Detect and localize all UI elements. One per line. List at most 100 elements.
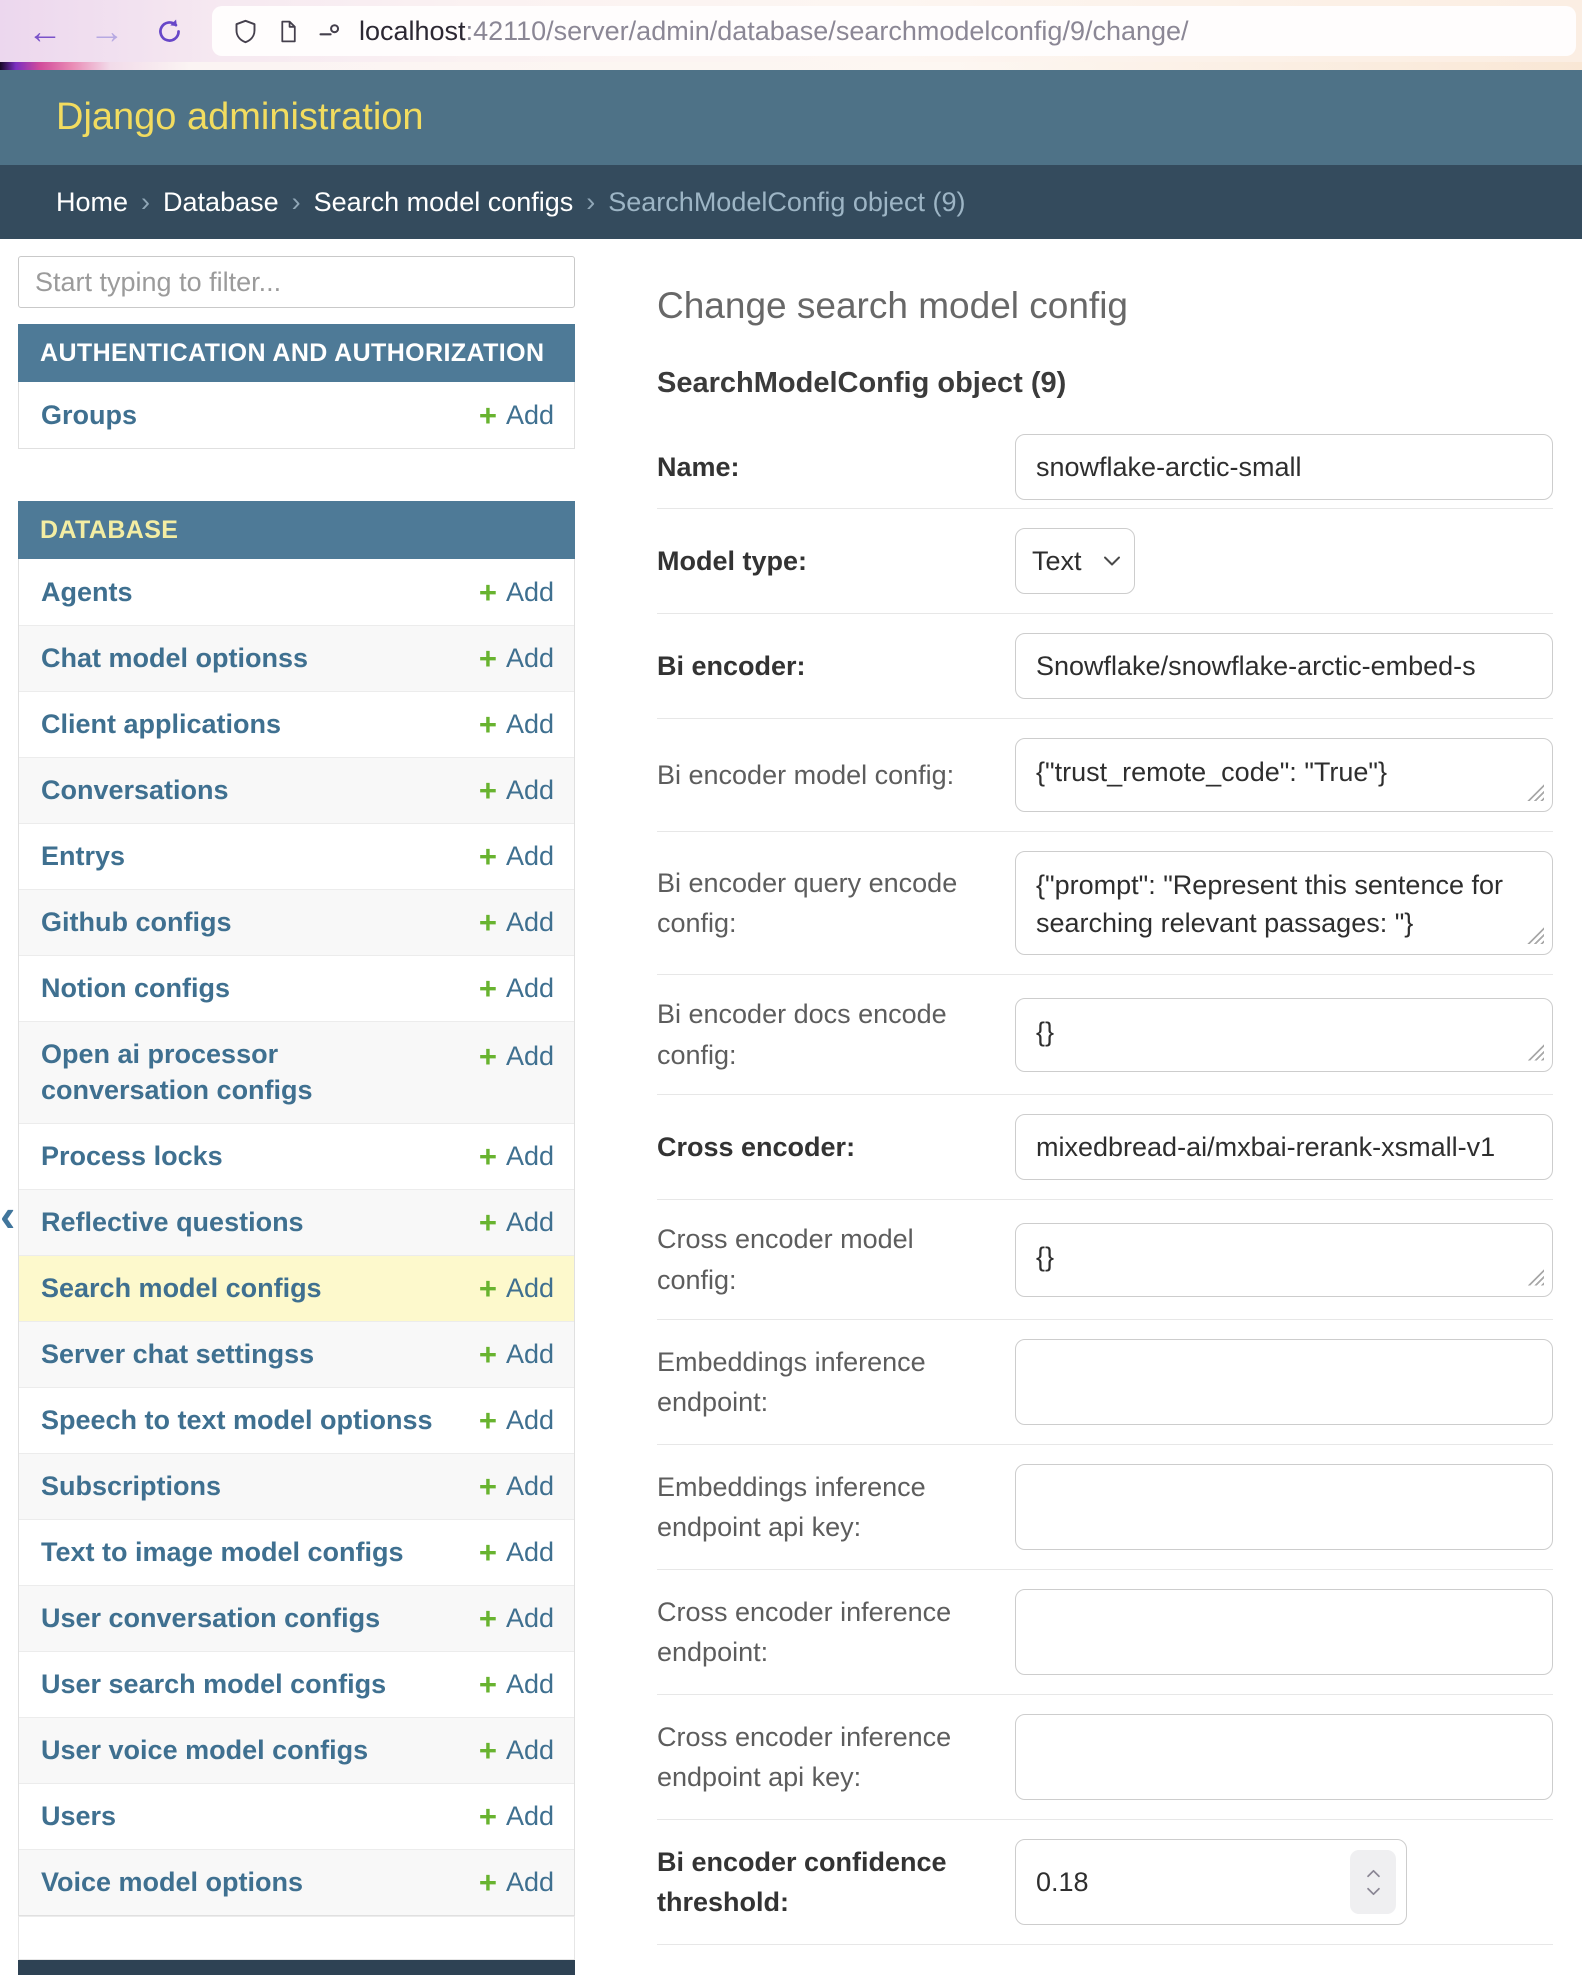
form-row-bi-encoder: Bi encoder: <box>657 614 1553 719</box>
forward-icon[interactable]: → <box>76 14 138 49</box>
sidebar-item-voice-model-options[interactable]: Voice model options + Add <box>19 1849 574 1915</box>
url-bar[interactable]: localhost:42110/server/admin/database/se… <box>212 6 1576 56</box>
add-link[interactable]: + Add <box>479 577 554 608</box>
sidebar-item-subscriptions[interactable]: Subscriptions + Add <box>19 1453 574 1519</box>
page-title: Change search model config <box>657 285 1553 327</box>
breadcrumb-search-model-configs[interactable]: Search model configs <box>314 187 574 218</box>
url-host: localhost <box>359 16 466 46</box>
add-link[interactable]: + Add <box>479 1801 554 1832</box>
shield-icon[interactable] <box>232 18 259 45</box>
sidebar-item-conversations[interactable]: Conversations + Add <box>19 757 574 823</box>
sidebar-item-agents[interactable]: Agents + Add <box>19 559 574 625</box>
plus-icon: + <box>479 973 497 1004</box>
sidebar-item-reflective-questions[interactable]: Reflective questions + Add <box>19 1189 574 1255</box>
model-type-select[interactable]: Text <box>1015 528 1135 594</box>
bi-encoder-model-config-textarea[interactable]: {"trust_remote_code": "True"} <box>1015 738 1553 812</box>
add-link[interactable]: + Add <box>479 841 554 872</box>
add-link[interactable]: + Add <box>479 1273 554 1304</box>
add-link[interactable]: + Add <box>479 907 554 938</box>
plus-icon: + <box>479 1339 497 1370</box>
sidebar-item-text-to-image-model-configs[interactable]: Text to image model configs + Add <box>19 1519 574 1585</box>
plus-icon: + <box>479 400 497 431</box>
add-link[interactable]: + Add <box>479 709 554 740</box>
sidebar-module: DATABASE Agents + Add Chat model options… <box>18 501 575 1916</box>
embeddings-inference-endpoint-api-key-input[interactable] <box>1015 1464 1553 1550</box>
plus-icon: + <box>479 1735 497 1766</box>
sidebar-module: AUTHENTICATION AND AUTHORIZATION Groups … <box>18 324 575 449</box>
add-link[interactable]: + Add <box>479 1669 554 1700</box>
sidebar-item-notion-configs[interactable]: Notion configs + Add <box>19 955 574 1021</box>
bi-encoder-confidence-threshold-number-input[interactable] <box>1015 1839 1407 1925</box>
plus-icon: + <box>479 1471 497 1502</box>
cross-encoder-model-config-textarea[interactable]: {} <box>1015 1223 1553 1297</box>
add-link[interactable]: + Add <box>479 1041 554 1072</box>
sidebar-empty-row <box>18 1916 575 1960</box>
plus-icon: + <box>479 1603 497 1634</box>
add-link[interactable]: + Add <box>479 643 554 674</box>
cross-encoder-inference-endpoint-api-key-input[interactable] <box>1015 1714 1553 1800</box>
cross-encoder-input[interactable] <box>1015 1114 1553 1180</box>
sidebar-section-caption[interactable]: DATABASE <box>18 501 575 559</box>
sidebar-item-speech-to-text-model-optionss[interactable]: Speech to text model optionss + Add <box>19 1387 574 1453</box>
plus-icon: + <box>479 775 497 806</box>
add-link[interactable]: + Add <box>479 1339 554 1370</box>
sidebar-item-server-chat-settingss[interactable]: Server chat settingss + Add <box>19 1321 574 1387</box>
form-row-cross-encoder-inference-endpoint: Cross encoder inference endpoint: <box>657 1570 1553 1695</box>
chevron-separator-icon: › <box>141 187 150 218</box>
sidebar-item-client-applications[interactable]: Client applications + Add <box>19 691 574 757</box>
embeddings-inference-endpoint-input[interactable] <box>1015 1339 1553 1425</box>
container-icon[interactable] <box>316 18 343 45</box>
form-row-bi-encoder-query-encode-config: Bi encoder query encode config: {"prompt… <box>657 832 1553 975</box>
sidebar-section-caption[interactable]: AUTHENTICATION AND AUTHORIZATION <box>18 324 575 382</box>
form-row-model-type: Model type: Text <box>657 509 1553 614</box>
breadcrumb-home[interactable]: Home <box>56 187 128 218</box>
add-link[interactable]: + Add <box>479 1405 554 1436</box>
sidebar-item-users[interactable]: Users + Add <box>19 1783 574 1849</box>
plus-icon: + <box>479 643 497 674</box>
add-link[interactable]: + Add <box>479 1141 554 1172</box>
sidebar-item-entrys[interactable]: Entrys + Add <box>19 823 574 889</box>
add-link[interactable]: + Add <box>479 775 554 806</box>
app-title[interactable]: Django administration <box>56 96 424 139</box>
add-link[interactable]: + Add <box>479 973 554 1004</box>
chevron-separator-icon: › <box>586 187 595 218</box>
chevron-separator-icon: › <box>292 187 301 218</box>
cross-encoder-inference-endpoint-input[interactable] <box>1015 1589 1553 1675</box>
add-link[interactable]: + Add <box>479 1471 554 1502</box>
sidebar-filter-input[interactable] <box>18 256 575 308</box>
breadcrumb-database[interactable]: Database <box>163 187 279 218</box>
sidebar-item-user-voice-model-configs[interactable]: User voice model configs + Add <box>19 1717 574 1783</box>
bi-encoder-query-encode-config-textarea[interactable]: {"prompt": "Represent this sentence for … <box>1015 851 1553 955</box>
plus-icon: + <box>479 1537 497 1568</box>
sidebar-next-section-sliver <box>18 1960 575 1975</box>
url-text: localhost:42110/server/admin/database/se… <box>359 16 1189 47</box>
back-icon[interactable]: ← <box>14 14 76 49</box>
sidebar-item-process-locks[interactable]: Process locks + Add <box>19 1123 574 1189</box>
add-link[interactable]: + Add <box>479 1207 554 1238</box>
bi-encoder-docs-encode-config-textarea[interactable]: {} <box>1015 998 1553 1072</box>
sidebar-item-github-configs[interactable]: Github configs + Add <box>19 889 574 955</box>
add-link[interactable]: + Add <box>479 1867 554 1898</box>
plus-icon: + <box>479 1801 497 1832</box>
sidebar-collapse-icon[interactable]: ‹ <box>0 1192 15 1238</box>
plus-icon: + <box>479 1141 497 1172</box>
window-background-strip <box>0 62 1582 70</box>
bi-encoder-input[interactable] <box>1015 633 1553 699</box>
name-input[interactable] <box>1015 434 1553 500</box>
refresh-icon[interactable] <box>138 16 200 47</box>
form-row-cross-encoder-model-config: Cross encoder model config: {} <box>657 1200 1553 1320</box>
add-link[interactable]: + Add <box>479 1537 554 1568</box>
sidebar-item-open-ai-processor-conversation-configs[interactable]: Open ai processor conversation configs +… <box>19 1021 574 1123</box>
sidebar-item-user-search-model-configs[interactable]: User search model configs + Add <box>19 1651 574 1717</box>
form-row-embeddings-inference-endpoint: Embeddings inference endpoint: <box>657 1320 1553 1445</box>
page-icon[interactable] <box>275 19 300 44</box>
sidebar-item-chat-model-optionss[interactable]: Chat model optionss + Add <box>19 625 574 691</box>
add-link[interactable]: + Add <box>479 400 554 431</box>
sidebar-item-groups[interactable]: Groups + Add <box>19 382 574 448</box>
add-link[interactable]: + Add <box>479 1603 554 1634</box>
add-link[interactable]: + Add <box>479 1735 554 1766</box>
breadcrumb-current: SearchModelConfig object (9) <box>608 187 965 218</box>
sidebar-item-user-conversation-configs[interactable]: User conversation configs + Add <box>19 1585 574 1651</box>
number-stepper[interactable] <box>1350 1850 1396 1914</box>
sidebar-item-search-model-configs[interactable]: Search model configs + Add <box>19 1255 574 1321</box>
